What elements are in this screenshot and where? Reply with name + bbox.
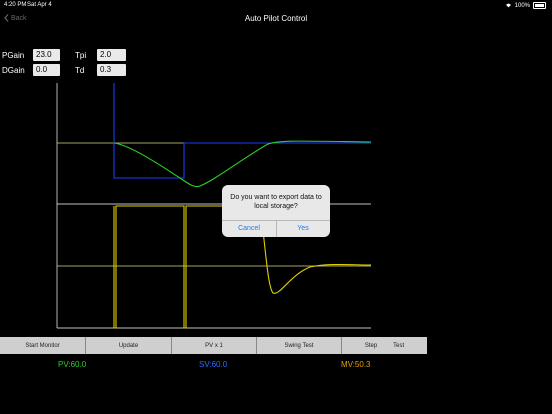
sv-series [113, 83, 371, 179]
swing-test-button[interactable]: Swing Test [257, 337, 342, 354]
sv-readout: SV:60.0 [199, 360, 228, 369]
step-label: Step [364, 342, 378, 349]
yes-button[interactable]: Yes [276, 221, 330, 237]
step-test-button[interactable]: Step Test [342, 337, 427, 354]
start-monitor-button[interactable]: Start Monitor [0, 337, 86, 354]
control-toolbar: Start Monitor Update PV x 1 Swing Test S… [0, 337, 427, 354]
export-dialog: Do you want to export data to local stor… [222, 185, 330, 237]
update-button[interactable]: Update [86, 337, 172, 354]
dialog-message: Do you want to export data to local stor… [230, 194, 322, 210]
mv-readout: MV:50.3 [341, 360, 371, 369]
pv-scale-button[interactable]: PV x 1 [172, 337, 257, 354]
cancel-button[interactable]: Cancel [222, 221, 276, 237]
pv-readout: PV:60.0 [58, 360, 87, 369]
test-label: Test [393, 342, 405, 349]
pv-series [113, 140, 372, 188]
